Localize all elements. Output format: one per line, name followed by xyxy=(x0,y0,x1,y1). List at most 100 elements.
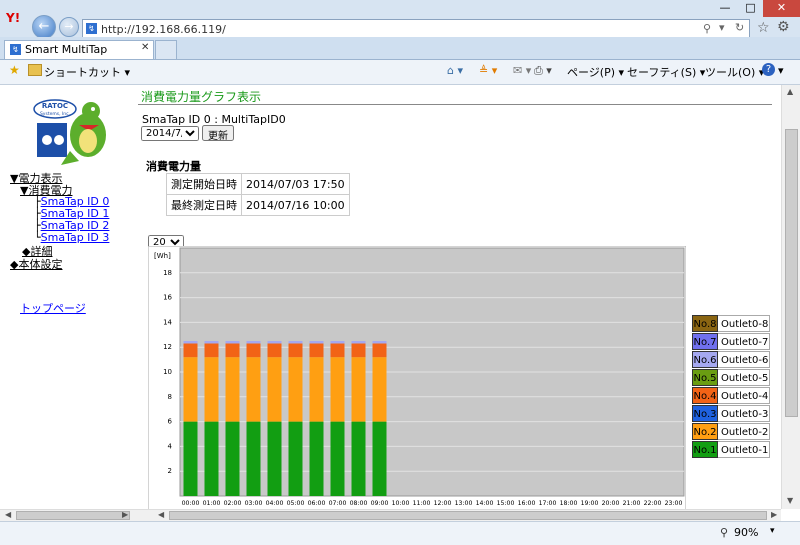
update-button[interactable]: 更新 xyxy=(202,125,234,142)
legend-swatch: No.8 xyxy=(692,315,718,332)
mail-icon[interactable]: ✉ ▾ xyxy=(513,64,531,77)
safety-menu[interactable]: セーフティ(S) ▾ xyxy=(627,64,705,80)
dropdown-icon[interactable]: ▾ xyxy=(719,21,725,34)
legend-label: Outlet0-2 xyxy=(718,423,770,440)
last-value: 2014/07/16 10:00 xyxy=(241,194,350,216)
tab-close-icon[interactable]: ✕ xyxy=(141,42,149,53)
scroll-down-icon[interactable]: ▼ xyxy=(787,496,793,505)
horizontal-scroll-thumb-2[interactable] xyxy=(169,511,767,520)
x-tick-label: 00:00 xyxy=(182,500,200,507)
y-tick-label: 6 xyxy=(168,418,173,426)
top-page-link[interactable]: トップページ xyxy=(20,300,86,316)
scroll-right-icon-2[interactable]: ▶ xyxy=(771,510,777,519)
bar-segment xyxy=(351,421,366,496)
vertical-scrollbar[interactable]: ▲ ▼ xyxy=(781,85,800,509)
x-tick-label: 20:00 xyxy=(602,500,620,507)
zoom-dropdown-icon[interactable]: ▾ xyxy=(770,526,775,536)
bar-segment xyxy=(309,343,324,358)
last-label: 最終測定日時 xyxy=(166,194,242,216)
section-heading: 消費電力量 xyxy=(146,160,201,173)
x-tick-label: 16:00 xyxy=(518,500,536,507)
x-tick-label: 06:00 xyxy=(308,500,326,507)
scroll-up-icon[interactable]: ▲ xyxy=(787,87,793,96)
vertical-scroll-thumb[interactable] xyxy=(785,129,798,417)
bar-segment xyxy=(267,341,282,344)
legend-label: Outlet0-5 xyxy=(718,369,770,386)
home-icon[interactable]: ⌂ ▾ xyxy=(447,64,463,77)
refresh-icon[interactable]: ↻ xyxy=(735,21,744,34)
bar-segment xyxy=(288,421,303,496)
page-menu[interactable]: ページ(P) ▾ xyxy=(567,64,624,80)
bar-segment xyxy=(183,343,198,358)
tab-favicon-icon: ↯ xyxy=(10,44,21,55)
title-divider xyxy=(138,104,772,105)
bar-segment xyxy=(204,343,219,358)
table-row: 測定開始日時 2014/07/03 17:50 xyxy=(166,173,350,195)
print-icon[interactable]: ⎙ ▾ xyxy=(534,64,552,78)
bar-segment xyxy=(204,357,219,422)
forward-icon[interactable]: → xyxy=(59,17,79,37)
zoom-icon[interactable]: ⚲ xyxy=(720,526,728,539)
back-icon[interactable]: ← xyxy=(32,15,56,39)
bar-segment xyxy=(225,343,240,358)
bar-segment xyxy=(351,341,366,344)
main-content: 消費電力量グラフ表示 SmaTap ID 0 : MultiTapID0 201… xyxy=(138,85,780,511)
bar-segment xyxy=(372,341,387,344)
rss-feed-icon[interactable]: ≜ ▾ xyxy=(479,64,497,77)
maximize-icon[interactable]: □ xyxy=(738,0,763,17)
scroll-left-icon-2[interactable]: ◀ xyxy=(158,510,164,519)
close-icon[interactable]: ✕ xyxy=(763,0,800,17)
x-tick-label: 14:00 xyxy=(476,500,494,507)
x-tick-label: 19:00 xyxy=(581,500,599,507)
power-chart: [Wh] 2 4 6 8 10 12 14 16 18 00:00 01:00 02:00 03:00… xyxy=(148,246,686,511)
bar-segment xyxy=(246,421,261,496)
favorites-star-icon[interactable]: ☆ xyxy=(757,20,770,36)
bar-segment xyxy=(225,421,240,496)
help-icon[interactable]: ? xyxy=(762,63,775,76)
legend-item: No.1 Outlet0-1 xyxy=(692,441,770,458)
x-tick-label: 02:00 xyxy=(224,500,242,507)
page-title: 消費電力量グラフ表示 xyxy=(141,90,262,104)
legend-swatch: No.4 xyxy=(692,387,718,404)
favorites-shortcut-menu[interactable]: ショートカット ▾ xyxy=(44,64,130,80)
bar-segment xyxy=(246,343,261,358)
legend-label: Outlet0-6 xyxy=(718,351,770,368)
minimize-icon[interactable]: — xyxy=(712,0,738,17)
new-tab-button[interactable] xyxy=(155,40,177,59)
settings-gear-icon[interactable]: ⚙ xyxy=(777,19,790,35)
safety-menu-label: セーフティ(S) xyxy=(627,66,697,79)
bar-segment xyxy=(309,341,324,344)
y-tick-label: 12 xyxy=(163,343,172,351)
favorites-icon[interactable]: ★ xyxy=(9,63,20,77)
help-menu-arrow-icon[interactable]: ▾ xyxy=(778,64,784,77)
legend-item: No.4 Outlet0-4 xyxy=(692,387,770,404)
bar-segment xyxy=(309,421,324,496)
tools-menu[interactable]: ツール(O) ▾ xyxy=(705,64,764,80)
bar-segment xyxy=(351,357,366,422)
y-tick-label: 2 xyxy=(168,467,172,475)
bar-segment xyxy=(183,341,198,344)
date-select[interactable]: 2014/7/16 xyxy=(141,126,199,141)
tab-smart-multitap[interactable]: ↯ Smart MultiTap ✕ xyxy=(4,40,154,59)
sidebar-item-device-settings[interactable]: ◆本体設定 xyxy=(10,256,62,272)
zoom-level[interactable]: 90% xyxy=(734,526,758,539)
address-text[interactable]: http://192.168.66.119/ xyxy=(101,23,226,36)
x-tick-label: 11:00 xyxy=(413,500,431,507)
command-bar: ★ ショートカット ▾ ⌂ ▾ ≜ ▾ ✉ ▾ ⎙ ▾ ページ(P) ▾ セーフ… xyxy=(0,60,800,85)
bar-segment xyxy=(288,343,303,358)
yahoo-icon[interactable]: Y! xyxy=(6,11,20,25)
bar-segment xyxy=(372,357,387,422)
x-tick-label: 17:00 xyxy=(539,500,557,507)
address-bar[interactable]: ↯ http://192.168.66.119/ ⚲ ▾ ↻ xyxy=(82,19,750,39)
bar-segment xyxy=(309,357,324,422)
scroll-right-icon[interactable]: ▶ xyxy=(122,510,128,519)
horizontal-scroll-thumb[interactable] xyxy=(16,511,130,520)
bar-segment xyxy=(183,421,198,496)
legend-swatch: No.7 xyxy=(692,333,718,350)
scroll-left-icon[interactable]: ◀ xyxy=(5,510,11,519)
x-tick-label: 13:00 xyxy=(455,500,473,507)
x-tick-label: 04:00 xyxy=(266,500,284,507)
search-icon[interactable]: ⚲ xyxy=(703,22,711,35)
top-page-link-label[interactable]: トップページ xyxy=(20,302,86,315)
tools-menu-label: ツール(O) xyxy=(705,66,756,79)
